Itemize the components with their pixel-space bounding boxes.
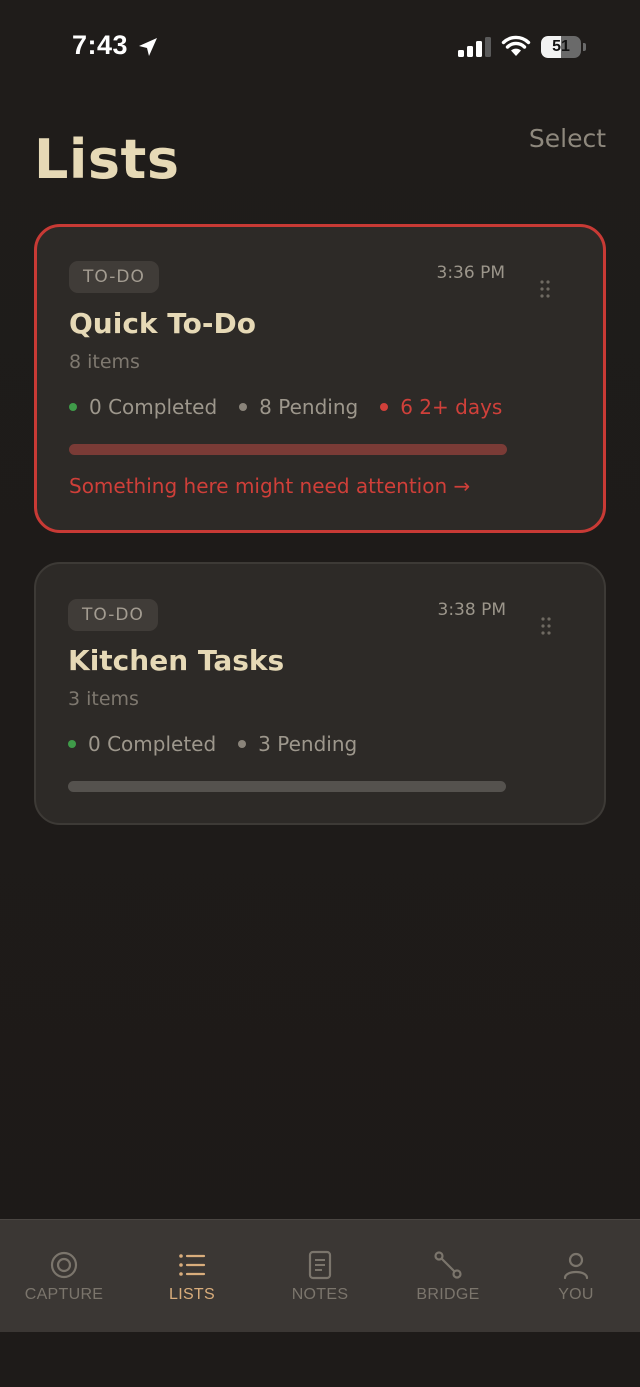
list-item-count: 3 items [68, 688, 139, 710]
attention-link[interactable]: Something here might need attention → [69, 474, 470, 498]
overdue-dot-icon [380, 403, 389, 411]
tab-you[interactable]: YOU [512, 1220, 640, 1333]
tab-label: BRIDGE [416, 1286, 480, 1303]
page-title: Lists [34, 128, 180, 191]
tab-lists[interactable]: LISTS [128, 1220, 256, 1333]
bridge-icon [434, 1251, 462, 1279]
pending-dot-icon [238, 740, 247, 748]
list-title: Kitchen Tasks [68, 644, 285, 677]
target-icon [50, 1251, 78, 1279]
list-stats: 0 Completed 3 Pending [68, 732, 379, 756]
cellular-signal-icon [458, 37, 491, 57]
stat-overdue: 6 2+ days [380, 395, 502, 419]
tab-label: NOTES [291, 1286, 349, 1303]
home-indicator-area [0, 1332, 640, 1387]
list-icon [179, 1254, 206, 1276]
tab-capture[interactable]: CAPTURE [0, 1220, 128, 1333]
stat-pending: 3 Pending [238, 732, 357, 756]
person-icon [563, 1252, 589, 1280]
drag-handle-icon[interactable] [539, 279, 551, 299]
list-type-badge: TO-DO [68, 599, 158, 631]
stat-pending: 8 Pending [239, 395, 358, 419]
tab-label: LISTS [169, 1286, 215, 1303]
tab-bridge[interactable]: BRIDGE [384, 1220, 512, 1333]
battery-cap [583, 43, 586, 51]
stat-pending-label: 3 Pending [258, 732, 358, 756]
battery-icon: 51 [541, 36, 581, 58]
battery-level: 51 [552, 38, 570, 55]
stat-completed-label: 0 Completed [88, 732, 217, 756]
stat-pending-label: 8 Pending [259, 395, 359, 419]
tab-notes[interactable]: NOTES [256, 1220, 384, 1333]
list-timestamp: 3:38 PM [437, 600, 507, 620]
location-arrow-icon [139, 38, 157, 56]
list-item-count: 8 items [69, 351, 140, 373]
list-card-kitchen-tasks[interactable]: TO-DO 3:38 PM Kitchen Tasks 3 items 0 Co… [34, 562, 606, 825]
tab-bar: CAPTURE LISTS NOTES BRIDGE YOU [0, 1219, 640, 1333]
pending-dot-icon [239, 403, 248, 411]
list-timestamp: 3:36 PM [436, 263, 506, 283]
completed-dot-icon [68, 740, 76, 748]
tab-label: YOU [558, 1286, 594, 1303]
document-icon [308, 1250, 332, 1280]
stat-overdue-label: 6 2+ days [400, 395, 503, 419]
list-stats: 0 Completed 8 Pending 6 2+ days [69, 395, 524, 419]
tab-label: CAPTURE [24, 1286, 104, 1303]
status-time: 7:43 [72, 30, 129, 60]
stat-completed-label: 0 Completed [89, 395, 218, 419]
wifi-icon [501, 35, 531, 56]
status-bar: 7:43 51 [0, 0, 640, 95]
stat-completed: 0 Completed [69, 395, 217, 419]
progress-bar [68, 781, 506, 792]
list-card-quick-todo[interactable]: TO-DO 3:36 PM Quick To-Do 8 items 0 Comp… [34, 224, 606, 533]
select-button[interactable]: Select [529, 124, 606, 153]
stat-completed: 0 Completed [68, 732, 216, 756]
list-type-badge: TO-DO [69, 261, 159, 293]
completed-dot-icon [69, 403, 77, 411]
drag-handle-icon[interactable] [540, 616, 552, 636]
list-title: Quick To-Do [69, 307, 257, 340]
progress-bar [69, 444, 507, 455]
